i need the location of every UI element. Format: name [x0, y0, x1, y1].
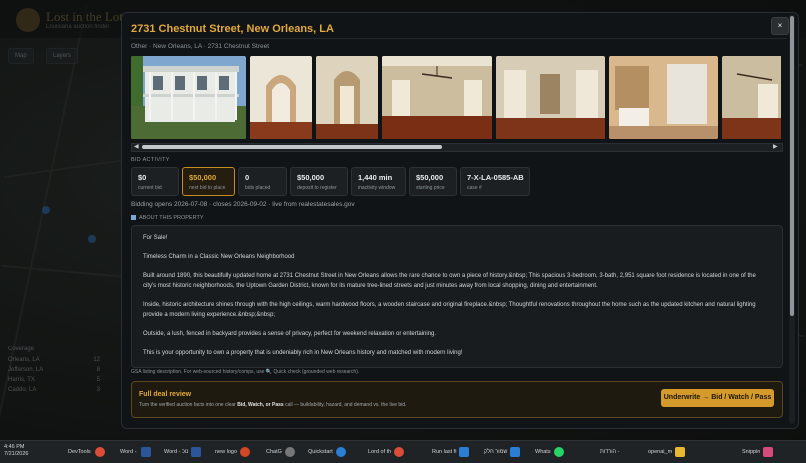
empty-room-photo[interactable]	[496, 56, 605, 139]
word-icon	[140, 447, 151, 457]
photo-gallery[interactable]	[131, 56, 781, 139]
taskbar-devtools[interactable]: DevTools	[68, 445, 108, 459]
bedroom-fan-photo[interactable]	[722, 56, 781, 139]
taskbar-snipping[interactable]: Snippin	[742, 445, 776, 459]
description-paragraph: This is your opportunity to own a proper…	[143, 350, 463, 356]
taskbar-chatgpt[interactable]: ChatG	[266, 445, 298, 459]
taskbar-new-logo[interactable]: new logo	[215, 445, 253, 459]
stat-bids-placed: 0 bids placed	[238, 167, 287, 196]
modal-title: 2731 Chestnut Street, New Orleans, LA	[131, 23, 334, 35]
review-title: Full deal review	[139, 391, 192, 398]
gallery-scroll-thumb[interactable]	[142, 145, 442, 149]
description-paragraph: For Sale!	[143, 235, 168, 241]
living-room-fan-photo[interactable]	[382, 56, 492, 139]
description-paragraph: Outside, a lush, fenced in backyard prov…	[143, 331, 437, 337]
bid-activity-label: BID ACTIVITY	[131, 157, 170, 163]
hallway-photo[interactable]	[316, 56, 378, 139]
description-paragraph: Timeless Charm in a Classic New Orleans …	[143, 254, 295, 260]
edge-icon	[335, 447, 346, 457]
scroll-right-icon[interactable]: ▶	[773, 143, 778, 150]
stat-deposit: $50,000 deposit to register	[290, 167, 348, 196]
modal-scrollbar[interactable]	[789, 14, 795, 424]
arched-doorway-photo[interactable]	[250, 56, 312, 139]
modal-scroll-thumb[interactable]	[790, 16, 794, 316]
powerpoint-icon	[240, 447, 251, 457]
taskbar-clock[interactable]: 4:46 PM 7/21/2026	[4, 444, 28, 458]
description-paragraph: Built around 1890, this beautifully upda…	[143, 273, 756, 289]
taskbar-run-last[interactable]: Run last fi	[432, 445, 472, 459]
breadcrumb: Other · New Orleans, LA · 2731 Chestnut …	[131, 43, 270, 50]
property-modal: 2731 Chestnut Street, New Orleans, LA × …	[121, 12, 799, 429]
folder-icon	[675, 447, 686, 457]
stat-current-bid: $0 current bid	[131, 167, 179, 196]
taskbar-openai[interactable]: openai_m	[648, 445, 688, 459]
vscode-icon	[459, 447, 470, 457]
about-property-label: ABOUT THIS PROPERTY	[131, 215, 204, 221]
stat-inactivity-window: 1,440 min inactivity window	[351, 167, 406, 196]
taskbar-quickstart[interactable]: Quickstart	[308, 445, 349, 459]
deal-review-panel: Full deal review Turn the verified aucti…	[131, 381, 783, 418]
source-note: GSA listing description. For web-sourced…	[131, 369, 360, 375]
taskbar-hebrew-doc[interactable]: שמור חלק	[484, 445, 523, 459]
taskbar: 4:46 PM7/21/2026 DevTools Word - ‏ Word …	[0, 440, 806, 463]
review-description: Turn the verified auction facts into one…	[139, 402, 407, 408]
scroll-left-icon[interactable]: ◀	[134, 143, 139, 150]
chrome-icon	[394, 447, 405, 457]
front-exterior-photo[interactable]	[131, 56, 246, 139]
snipping-icon	[763, 447, 774, 457]
divider	[131, 38, 787, 39]
description-paragraph: Inside, historic architecture shines thr…	[143, 302, 756, 318]
stat-next-bid: $50,000 next bid to place	[182, 167, 235, 196]
close-button[interactable]: ×	[771, 17, 789, 35]
document-icon	[131, 215, 136, 220]
taskbar-word-1[interactable]: Word - ‏	[120, 445, 154, 459]
taskbar-downloads[interactable]: הורדות -	[600, 445, 620, 459]
taskbar-word-2[interactable]: Word - נוכ	[164, 445, 204, 459]
chatgpt-icon	[284, 447, 295, 457]
stat-case-number: 7-X-LA-0585-AB case #	[460, 167, 530, 196]
bathroom-photo[interactable]	[609, 56, 718, 139]
whatsapp-icon	[553, 447, 564, 457]
word-icon	[191, 447, 202, 457]
gallery-scrollbar[interactable]: ◀ ▶	[131, 143, 783, 152]
property-description: For Sale! Timeless Charm in a Classic Ne…	[131, 225, 783, 368]
taskbar-whatsapp[interactable]: Whats	[535, 445, 567, 459]
underwrite-button[interactable]: Underwrite → Bid / Watch / Pass	[661, 389, 774, 407]
bidding-window: Bidding opens 2026-07-08 · closes 2026-0…	[131, 201, 355, 208]
taskbar-lord-of-the[interactable]: Lord of th	[368, 445, 407, 459]
stat-starting-price: $50,000 starting price	[409, 167, 457, 196]
chrome-icon	[94, 447, 105, 457]
vscode-icon	[510, 447, 521, 457]
